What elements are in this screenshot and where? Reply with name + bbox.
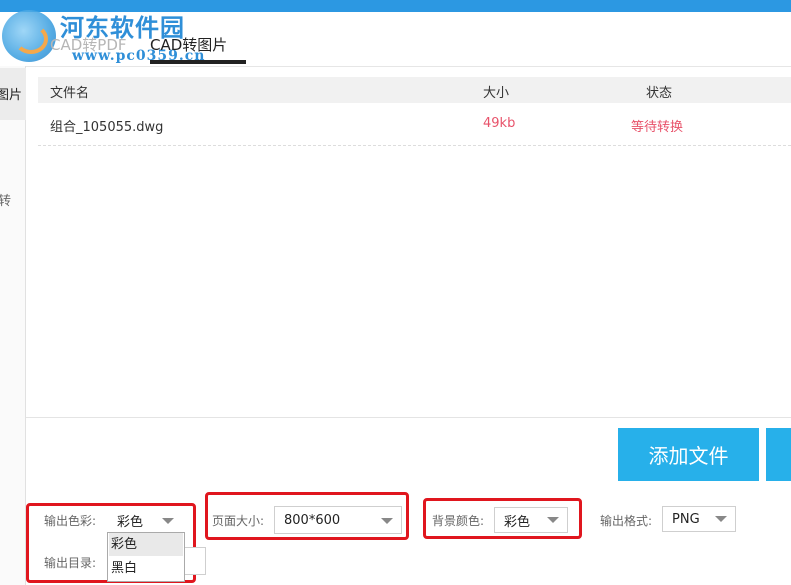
file-list-bottom-border <box>26 417 791 418</box>
background-color-label: 背景颜色: <box>432 514 485 528</box>
page-size-value: 800*600 <box>284 512 341 528</box>
secondary-action-button[interactable] <box>766 428 791 481</box>
sidebar <box>0 66 26 585</box>
chevron-down-icon <box>162 518 174 524</box>
output-format-select[interactable]: PNG <box>662 506 736 532</box>
column-header-status: 状态 <box>646 86 673 101</box>
output-format-value: PNG <box>672 511 700 527</box>
output-color-select[interactable]: 彩色 <box>107 508 183 532</box>
add-file-button[interactable]: 添加文件 <box>618 428 759 481</box>
chevron-down-icon <box>547 517 559 523</box>
dropdown-option-bw[interactable]: 黑白 <box>109 557 183 580</box>
background-color-value: 彩色 <box>504 514 531 530</box>
file-size-cell: 49kb <box>483 116 516 131</box>
sidebar-item-label[interactable]: 转 <box>0 190 11 209</box>
background-color-select[interactable]: 彩色 <box>494 507 568 533</box>
file-name-cell: 组合_105055.dwg <box>50 120 164 135</box>
tab-cad-to-image[interactable]: CAD转图片 <box>150 34 227 55</box>
tab-cad-to-pdf[interactable]: CAD转PDF <box>50 34 127 55</box>
sidebar-item-active-label: 图片 <box>0 88 23 103</box>
output-color-label: 输出色彩: <box>44 514 97 528</box>
file-status-cell: 等待转换 <box>631 120 684 135</box>
file-table-header <box>38 77 791 103</box>
column-header-filename: 文件名 <box>50 86 90 101</box>
output-color-dropdown: 彩色 黑白 <box>107 532 185 582</box>
dropdown-option-color[interactable]: 彩色 <box>109 533 183 556</box>
output-format-label: 输出格式: <box>600 514 653 528</box>
output-dir-label: 输出目录: <box>44 556 97 570</box>
watermark-logo-icon <box>2 10 56 62</box>
chevron-down-icon <box>381 518 393 524</box>
active-tab-underline <box>150 60 246 64</box>
page-size-select[interactable]: 800*600 <box>274 506 402 534</box>
page-size-label: 页面大小: <box>212 514 265 528</box>
output-color-value: 彩色 <box>117 514 144 530</box>
chevron-down-icon <box>715 516 727 522</box>
tabs-divider <box>26 66 791 67</box>
row-divider <box>38 145 791 146</box>
column-header-size: 大小 <box>483 86 510 101</box>
